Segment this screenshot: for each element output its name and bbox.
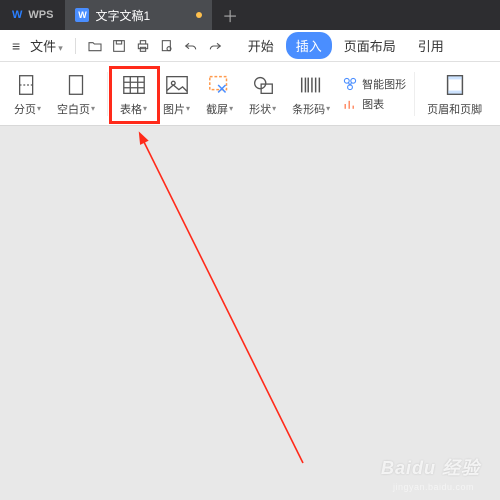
separator (414, 72, 415, 116)
ribbon-insert: 分页▾ 空白页▾ 表格▾ 图片▾ 截屏▾ 形 (0, 62, 500, 126)
save-icon[interactable] (108, 35, 130, 57)
shape-icon (250, 71, 276, 99)
paging-icon (15, 71, 41, 99)
barcode-icon (298, 71, 324, 99)
image-button[interactable]: 图片▾ (159, 69, 194, 119)
chart-button[interactable]: 图表 (342, 96, 406, 112)
unsaved-dot-icon (196, 12, 202, 18)
separator (107, 72, 108, 116)
tab-insert[interactable]: 插入 (286, 32, 332, 59)
print-icon[interactable] (132, 35, 154, 57)
separator (75, 38, 76, 54)
document-workspace[interactable] (0, 126, 500, 500)
screenshot-icon (207, 71, 233, 99)
menubar: ≡ 文件▾ 开始 插入 页面布局 引用 (0, 30, 500, 62)
smartart-button[interactable]: 智能图形 (342, 76, 406, 92)
preview-icon[interactable] (156, 35, 178, 57)
undo-icon[interactable] (180, 35, 202, 57)
barcode-button[interactable]: 条形码▾ (288, 69, 334, 119)
blank-page-icon (63, 71, 89, 99)
image-icon (164, 71, 190, 99)
screenshot-button[interactable]: 截屏▾ (202, 69, 237, 119)
wps-logo-icon: W (12, 9, 22, 21)
app-brand: W WPS (0, 0, 65, 30)
tab-reference[interactable]: 引用 (408, 32, 454, 59)
smartart-label: 智能图形 (362, 76, 406, 92)
titlebar: W WPS W 文字文稿1 ＋ (0, 0, 500, 30)
table-button[interactable]: 表格▾ (116, 69, 151, 119)
doc-title: 文字文稿1 (95, 7, 150, 24)
tab-layout[interactable]: 页面布局 (334, 32, 406, 59)
new-tab-button[interactable]: ＋ (213, 0, 247, 30)
watermark-sub: jingyan.baidu.com (393, 482, 474, 492)
blank-page-button[interactable]: 空白页▾ (53, 69, 99, 119)
ribbon-tabs: 开始 插入 页面布局 引用 (238, 32, 454, 59)
header-footer-button[interactable]: 页眉和页脚 (423, 69, 486, 119)
watermark: Baidu 经验 (381, 454, 480, 480)
shape-button[interactable]: 形状▾ (245, 69, 280, 119)
paging-button[interactable]: 分页▾ (10, 69, 45, 119)
doc-icon: W (75, 8, 89, 22)
smart-chart-group: 智能图形 图表 (342, 76, 406, 112)
hamburger-icon[interactable]: ≡ (8, 38, 24, 54)
table-icon (121, 71, 147, 99)
redo-icon[interactable] (204, 35, 226, 57)
document-tab[interactable]: W 文字文稿1 (65, 0, 213, 30)
brand-text: WPS (28, 9, 53, 21)
chart-label: 图表 (362, 96, 384, 112)
file-menu[interactable]: 文件▾ (26, 36, 67, 55)
tab-start[interactable]: 开始 (238, 32, 284, 59)
header-footer-icon (442, 71, 468, 99)
open-icon[interactable] (84, 35, 106, 57)
